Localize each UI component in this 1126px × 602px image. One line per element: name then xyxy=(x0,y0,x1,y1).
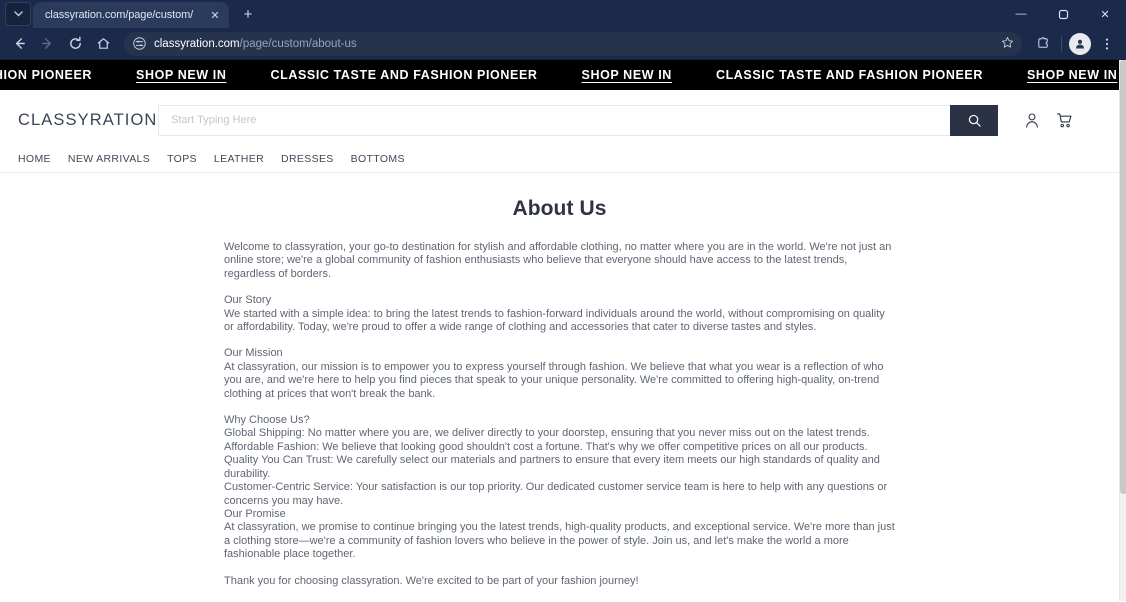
tab-title: classyration.com/page/custom/ xyxy=(45,9,194,21)
tab-search-button[interactable] xyxy=(5,2,31,26)
maximize-icon xyxy=(1058,9,1068,19)
marquee-shop-link[interactable]: SHOP NEW IN xyxy=(582,68,672,82)
search-input[interactable] xyxy=(158,104,950,136)
extensions-icon[interactable] xyxy=(1030,31,1056,57)
back-arrow-icon[interactable] xyxy=(6,31,32,57)
tab-strip: classyration.com/page/custom/ ✕ + — ✕ xyxy=(0,0,1126,28)
our-mission-heading: Our Mission xyxy=(224,347,283,360)
our-promise-heading: Our Promise xyxy=(224,507,286,520)
marquee-track: CLASSIC TASTE AND FASHION PIONEER SHOP N… xyxy=(0,68,1117,82)
nav-item-new-arrivals[interactable]: NEW ARRIVALS xyxy=(68,153,150,165)
site-logo[interactable]: CLASSYRATION xyxy=(18,111,158,130)
header-top-row: CLASSYRATION xyxy=(18,102,1101,138)
page-scrollbar[interactable] xyxy=(1119,60,1126,601)
profile-avatar-icon[interactable] xyxy=(1067,31,1093,57)
url-path: /page/custom/about-us xyxy=(239,37,357,50)
chevron-down-icon xyxy=(13,11,23,17)
scrollbar-thumb[interactable] xyxy=(1120,60,1126,494)
search-button[interactable] xyxy=(950,104,998,136)
our-story-heading: Our Story xyxy=(224,294,272,307)
why-line-quality-trust: Quality You Can Trust: We carefully sele… xyxy=(224,454,880,480)
url-text: classyration.com/page/custom/about-us xyxy=(154,38,357,50)
marquee-text: CLASSIC TASTE AND FASHION PIONEER xyxy=(0,68,93,82)
why-line-affordable-fashion: Affordable Fashion: We believe that look… xyxy=(224,440,868,453)
minimize-button[interactable]: — xyxy=(1000,0,1042,28)
url-domain: classyration.com xyxy=(154,37,240,50)
browser-window: classyration.com/page/custom/ ✕ + — ✕ cl… xyxy=(0,0,1126,602)
reload-icon[interactable] xyxy=(62,31,88,57)
our-story-block: Our Story We started with a simple idea:… xyxy=(224,294,895,334)
closing-paragraph: Thank you for choosing classyration. We'… xyxy=(224,574,639,587)
main-navigation: HOME NEW ARRIVALS TOPS LEATHER DRESSES B… xyxy=(18,138,1101,172)
main-content: About Us Welcome to classyration, your g… xyxy=(0,173,1119,588)
forward-arrow-icon[interactable] xyxy=(34,31,60,57)
maximize-button[interactable] xyxy=(1042,0,1084,28)
user-account-icon[interactable] xyxy=(1024,112,1040,129)
new-tab-button[interactable]: + xyxy=(235,1,261,27)
toolbar-right-actions xyxy=(1030,31,1120,57)
nav-item-home[interactable]: HOME xyxy=(18,153,51,165)
nav-item-leather[interactable]: LEATHER xyxy=(214,153,264,165)
nav-item-bottoms[interactable]: BOTTOMS xyxy=(351,153,405,165)
site-header: CLASSYRATION Start Typing Here HOME NEW … xyxy=(0,90,1119,172)
tune-icon[interactable] xyxy=(132,36,147,51)
marquee-shop-link[interactable]: SHOP NEW IN xyxy=(1027,68,1117,82)
our-promise-body: At classyration, we promise to continue … xyxy=(224,521,895,561)
home-icon[interactable] xyxy=(90,31,116,57)
header-actions xyxy=(1024,112,1073,129)
nav-item-dresses[interactable]: DRESSES xyxy=(281,153,334,165)
marquee-shop-link[interactable]: SHOP NEW IN xyxy=(136,68,226,82)
close-window-button[interactable]: ✕ xyxy=(1084,0,1126,28)
search-icon xyxy=(968,114,981,127)
star-icon[interactable] xyxy=(1001,36,1014,52)
page-viewport: CLASSIC TASTE AND FASHION PIONEER SHOP N… xyxy=(0,60,1126,601)
web-page: CLASSIC TASTE AND FASHION PIONEER SHOP N… xyxy=(0,60,1119,601)
close-icon[interactable]: ✕ xyxy=(207,7,223,23)
nav-item-tops[interactable]: TOPS xyxy=(167,153,197,165)
why-choose-us-block: Why Choose Us? Global Shipping: No matte… xyxy=(224,414,895,561)
window-controls: — ✕ xyxy=(1000,0,1126,28)
intro-paragraph: Welcome to classyration, your go-to dest… xyxy=(224,241,892,280)
why-line-global-shipping: Global Shipping: No matter where you are… xyxy=(224,427,870,440)
shopping-cart-icon[interactable] xyxy=(1056,112,1073,129)
our-story-body: We started with a simple idea: to bring … xyxy=(224,307,885,334)
marquee-text: CLASSIC TASTE AND FASHION PIONEER xyxy=(715,68,983,82)
page-title: About Us xyxy=(512,197,607,220)
marquee-text: CLASSIC TASTE AND FASHION PIONEER xyxy=(270,68,538,82)
avatar xyxy=(1069,32,1091,55)
toolbar-divider xyxy=(1061,35,1062,52)
three-dot-menu-icon[interactable] xyxy=(1094,31,1120,57)
why-choose-us-heading: Why Choose Us? xyxy=(224,414,310,427)
why-line-customer-service: Customer-Centric Service: Your satisfact… xyxy=(224,481,888,507)
browser-tab[interactable]: classyration.com/page/custom/ ✕ xyxy=(33,2,229,28)
search-bar xyxy=(158,104,998,136)
our-mission-body: At classyration, our mission is to empow… xyxy=(224,360,884,400)
our-mission-block: Our Mission At classyration, our mission… xyxy=(224,347,895,401)
address-bar[interactable]: classyration.com/page/custom/about-us xyxy=(124,31,1022,56)
browser-toolbar: classyration.com/page/custom/about-us xyxy=(0,28,1126,60)
promo-marquee: CLASSIC TASTE AND FASHION PIONEER SHOP N… xyxy=(0,60,1119,90)
